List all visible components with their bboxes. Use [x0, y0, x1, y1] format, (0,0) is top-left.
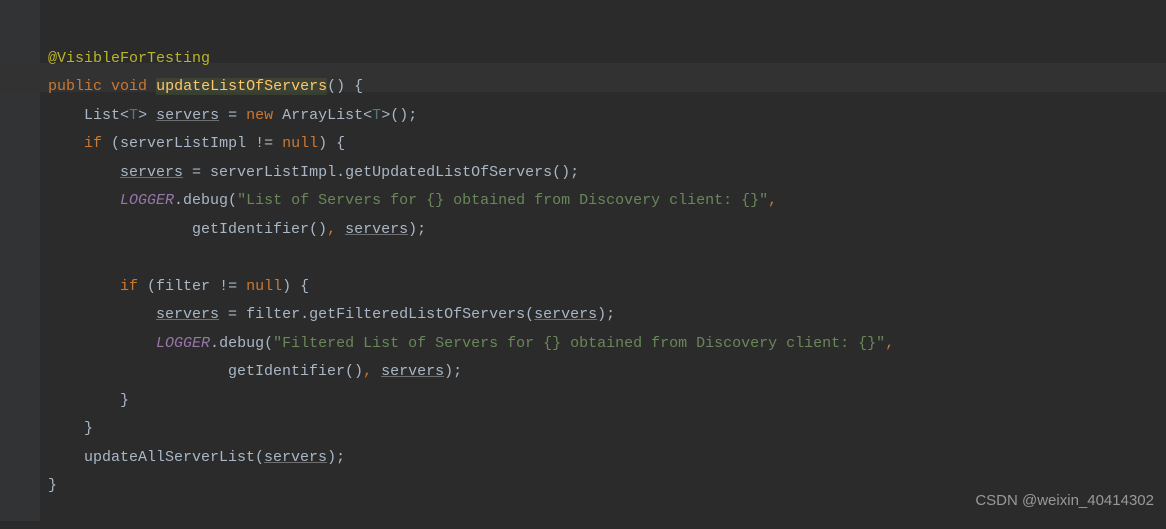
var-servers: servers — [156, 306, 219, 323]
gen2-close: > — [381, 107, 390, 124]
string-literal: "Filtered List of Servers for {} obtaine… — [273, 335, 885, 352]
neq: != — [210, 278, 246, 295]
eq: = — [219, 107, 246, 124]
stmt-end: ); — [327, 449, 345, 466]
stmt-end: ); — [597, 306, 615, 323]
code-editor[interactable]: @VisibleForTesting public void updateLis… — [0, 0, 1166, 529]
eq: = — [219, 306, 246, 323]
var-servers: servers — [156, 107, 219, 124]
logger-field: LOGGER — [120, 192, 174, 209]
dot: . — [300, 306, 309, 323]
logger-field: LOGGER — [156, 335, 210, 352]
method-call: getFilteredListOfServers( — [309, 306, 534, 323]
string-literal: "List of Servers for {} obtained from Di… — [237, 192, 768, 209]
kw-if: if — [84, 135, 102, 152]
type-arraylist: ArrayList — [273, 107, 363, 124]
kw-void: void — [111, 78, 147, 95]
var-servers: servers — [345, 221, 408, 238]
if-open: ( — [138, 278, 156, 295]
field-serverlistimpl: serverListImpl — [120, 135, 246, 152]
getidentifier-call: getIdentifier() — [228, 363, 363, 380]
if-open: ( — [102, 135, 120, 152]
parens: () — [327, 78, 345, 95]
kw-if: if — [120, 278, 138, 295]
kw-null: null — [282, 135, 318, 152]
stmt-end: ); — [444, 363, 462, 380]
field-serverlistimpl: serverListImpl — [210, 164, 336, 181]
debug-call: debug( — [183, 192, 237, 209]
dot: . — [174, 192, 183, 209]
neq: != — [246, 135, 282, 152]
comma: , — [885, 335, 894, 352]
dot: . — [336, 164, 345, 181]
kw-public: public — [48, 78, 102, 95]
stmt-end: ); — [408, 221, 426, 238]
debug-call: debug( — [219, 335, 273, 352]
brace-close: } — [84, 420, 93, 437]
var-servers: servers — [381, 363, 444, 380]
code-content: @VisibleForTesting public void updateLis… — [48, 45, 1166, 501]
field-filter: filter — [156, 278, 210, 295]
brace-close: } — [120, 392, 129, 409]
comma: , — [327, 221, 345, 238]
method-call: updateAllServerList( — [84, 449, 264, 466]
gen2-t: T — [372, 107, 381, 124]
brace-close: } — [48, 477, 57, 494]
eq: = — [183, 164, 210, 181]
kw-new: new — [246, 107, 273, 124]
gen-t: T — [129, 107, 138, 124]
arg-servers: servers — [534, 306, 597, 323]
ctor-call: (); — [390, 107, 417, 124]
gen2-open: < — [363, 107, 372, 124]
comma: , — [768, 192, 777, 209]
if-close: ) { — [282, 278, 309, 295]
arg-servers: servers — [264, 449, 327, 466]
brace-open: { — [345, 78, 363, 95]
method-name: updateListOfServers — [156, 78, 327, 95]
comma: , — [363, 363, 381, 380]
var-servers: servers — [120, 164, 183, 181]
dot: . — [210, 335, 219, 352]
gen-open: < — [120, 107, 129, 124]
kw-null: null — [246, 278, 282, 295]
getidentifier-call: getIdentifier() — [192, 221, 327, 238]
if-close: ) { — [318, 135, 345, 152]
method-call: getUpdatedListOfServers(); — [345, 164, 579, 181]
annotation: @VisibleForTesting — [48, 50, 210, 67]
type-list: List — [84, 107, 120, 124]
gen-close: > — [138, 107, 147, 124]
field-filter: filter — [246, 306, 300, 323]
